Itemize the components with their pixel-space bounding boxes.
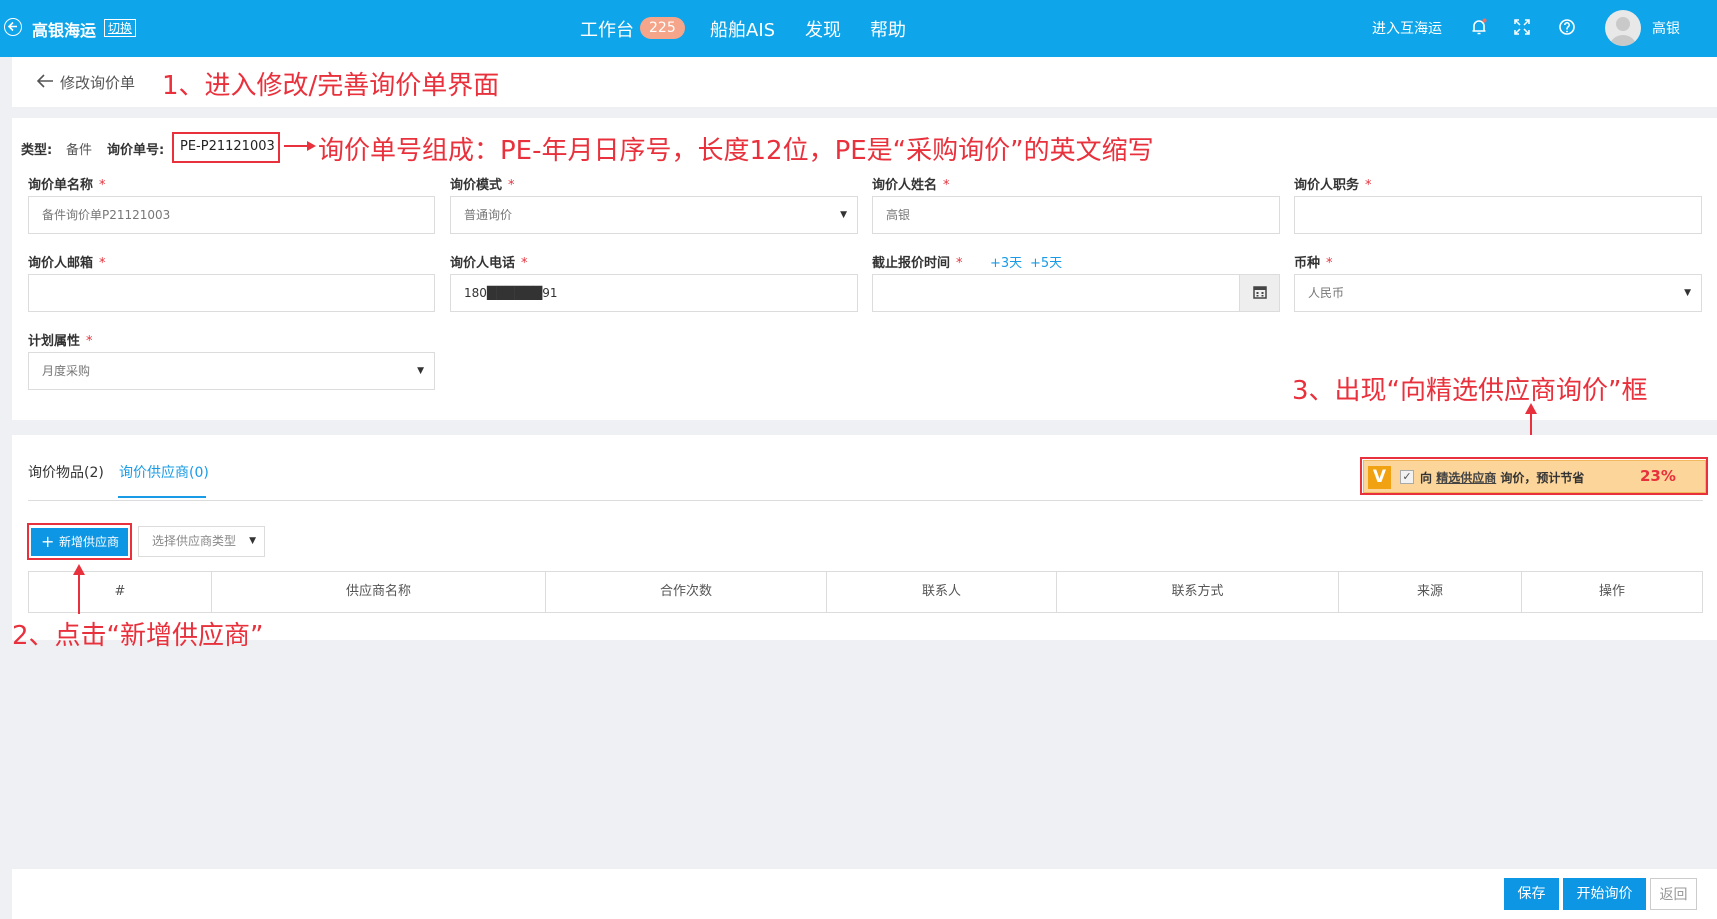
column-header-actions: 操作 [1598,584,1625,599]
annotation-step-2: 2、点击“新增供应商” [12,621,264,651]
person-label: 询价人姓名 * [872,178,950,193]
inquiry-no-value: PE-P21121003 [180,139,275,154]
inquiry-no-label: 询价单号: [107,143,165,158]
type-label: 类型: [21,143,53,158]
fullscreen-icon[interactable] [1512,17,1532,37]
currency-label: 币种 * [1294,256,1333,271]
enter-huhaiyun-link[interactable]: 进入互海运 [1372,18,1442,38]
top-navbar: 高银海运 切换 工作台 225 船舶AIS 发现 帮助 进入互海运 高银 [0,0,1717,57]
promo-checkbox[interactable]: ✓ [1400,470,1414,484]
plus-5-days-link[interactable]: +5天 [1030,252,1062,271]
column-header-source: 来源 [1339,572,1522,612]
preferred-supplier-promo[interactable]: V ✓ 向 精选供应商 询价，预计节省 23% [1363,460,1706,493]
deadline-label: 截止报价时间 * [872,256,963,271]
vip-badge-icon: V [1368,466,1391,489]
add-supplier-button[interactable]: + 新增供应商 [31,528,128,556]
tabs-divider [28,500,1703,501]
savings-percent: 23% [1640,467,1676,485]
help-icon[interactable] [1557,17,1577,37]
active-tab-indicator [118,496,206,498]
footer-action-bar [12,869,1717,919]
chevron-down-icon: ▼ [417,366,424,376]
tab-suppliers[interactable]: 询价供应商(0) [119,462,209,482]
switch-company-link[interactable]: 切换 [104,19,137,37]
preferred-supplier-link[interactable]: 精选供应商 [1436,471,1496,485]
annotation-step-3: 3、出现“向精选供应商询价”框 [1292,376,1648,406]
plus-3-days-link[interactable]: +3天 [990,252,1022,271]
company-name: 高银海运 [32,21,97,40]
annotation-arrow-up-2 [72,563,86,619]
column-header-contact: 联系人 [827,572,1057,612]
back-arrow-icon[interactable] [36,73,54,93]
annotation-step-1: 1、进入修改/完善询价单界面 [162,71,500,101]
inquiry-mode-select[interactable]: 普通询价 ▼ [450,196,858,234]
chevron-down-icon: ▼ [1684,288,1691,298]
phone-label: 询价人电话 * [450,256,528,271]
deadline-date-input[interactable] [872,274,1280,312]
name-label: 询价单名称 * [28,178,106,193]
inquiry-name-input[interactable]: 备件询价单P21121003 [28,196,435,234]
avatar[interactable] [1605,10,1641,46]
back-button[interactable]: 返回 [1650,878,1697,910]
chevron-down-icon: ▼ [840,210,847,220]
email-input[interactable] [28,274,435,312]
nav-help[interactable]: 帮助 [870,16,906,42]
column-header-supplier-name: 供应商名称 [212,572,546,612]
mode-label: 询价模式 * [450,178,515,193]
nav-workbench[interactable]: 工作台 [580,16,634,42]
person-name-input[interactable]: 高银 [872,196,1280,234]
start-inquiry-button[interactable]: 开始询价 [1563,878,1646,910]
nav-discover[interactable]: 发现 [805,16,841,42]
annotation-arrow-right [283,140,317,156]
plus-icon: + [41,532,55,551]
supplier-table-header: # 供应商名称 合作次数 联系人 联系方式 来源 操作 [28,571,1703,613]
save-button[interactable]: 保存 [1504,878,1559,910]
position-input[interactable] [1294,196,1702,234]
phone-input[interactable]: 180██████91 [450,274,858,312]
tab-items[interactable]: 询价物品(2) [28,462,104,482]
currency-select[interactable]: 人民币 ▼ [1294,274,1702,312]
plan-label: 计划属性 * [28,334,93,349]
email-label: 询价人邮箱 * [28,256,106,271]
user-name[interactable]: 高银 [1652,18,1680,38]
supplier-type-select[interactable]: 选择供应商类型 ▼ [138,526,265,557]
promo-text: 向 精选供应商 询价，预计节省 [1420,471,1585,485]
calendar-icon[interactable] [1239,275,1279,311]
chevron-down-icon: ▼ [249,536,256,546]
bell-icon[interactable] [1469,17,1489,37]
position-label: 询价人职务 * [1294,178,1372,193]
back-circle-icon[interactable] [4,18,22,36]
column-header-index: # [29,572,212,612]
annotation-inquiry-no: 询价单号组成：PE-年月日序号，长度12位，PE是“采购询价”的英文缩写 [318,136,1154,166]
plan-select[interactable]: 月度采购 ▼ [28,352,435,390]
column-header-contact-method: 联系方式 [1057,572,1339,612]
type-value: 备件 [66,143,93,158]
workbench-count-badge: 225 [640,17,685,39]
nav-ship-ais[interactable]: 船舶AIS [710,16,775,42]
column-header-cooperation-count: 合作次数 [546,572,827,612]
page-title: 修改询价单 [60,74,136,92]
